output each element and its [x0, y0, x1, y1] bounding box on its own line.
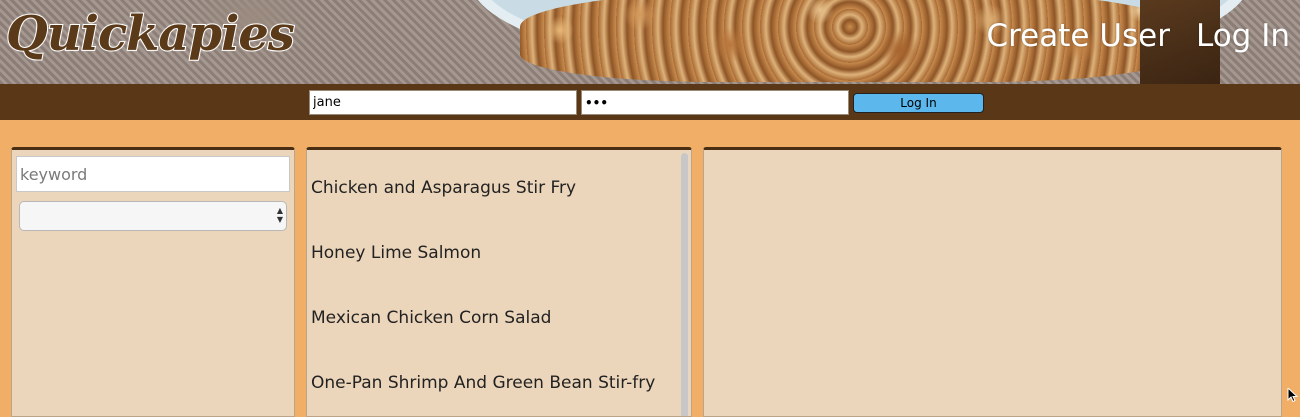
create-user-link[interactable]: Create User	[986, 18, 1170, 54]
recipe-list-item[interactable]: One-Pan Shrimp And Green Bean Stir-fry	[311, 348, 671, 413]
log-in-link[interactable]: Log In	[1196, 18, 1290, 54]
login-bar: Log In	[0, 84, 1300, 120]
header-banner: Quickapies Create User Log In	[0, 0, 1300, 84]
select-arrows-icon: ▲ ▼	[276, 206, 283, 224]
recipe-list-item[interactable]: Honey Lime Salmon	[311, 218, 671, 283]
recipe-list: Chicken and Asparagus Stir Fry Honey Lim…	[311, 150, 671, 413]
recipe-list-scrollbar[interactable]	[681, 153, 688, 416]
recipe-list-item[interactable]: Mexican Chicken Corn Salad	[311, 283, 671, 348]
password-input[interactable]	[581, 90, 849, 115]
header-nav: Create User Log In	[986, 18, 1290, 54]
search-panel: ▲▼	[11, 147, 295, 417]
keyword-search-input[interactable]	[16, 156, 290, 192]
recipe-list-panel: Chicken and Asparagus Stir Fry Honey Lim…	[306, 147, 692, 417]
category-select[interactable]: ▲ ▼	[19, 201, 287, 231]
site-logo[interactable]: Quickapies	[5, 5, 296, 63]
cursor-icon	[1287, 388, 1299, 402]
log-in-button[interactable]: Log In	[853, 93, 984, 113]
recipe-list-item[interactable]: Chicken and Asparagus Stir Fry	[311, 153, 671, 218]
username-input[interactable]	[309, 90, 577, 115]
recipe-detail-panel	[703, 147, 1282, 417]
